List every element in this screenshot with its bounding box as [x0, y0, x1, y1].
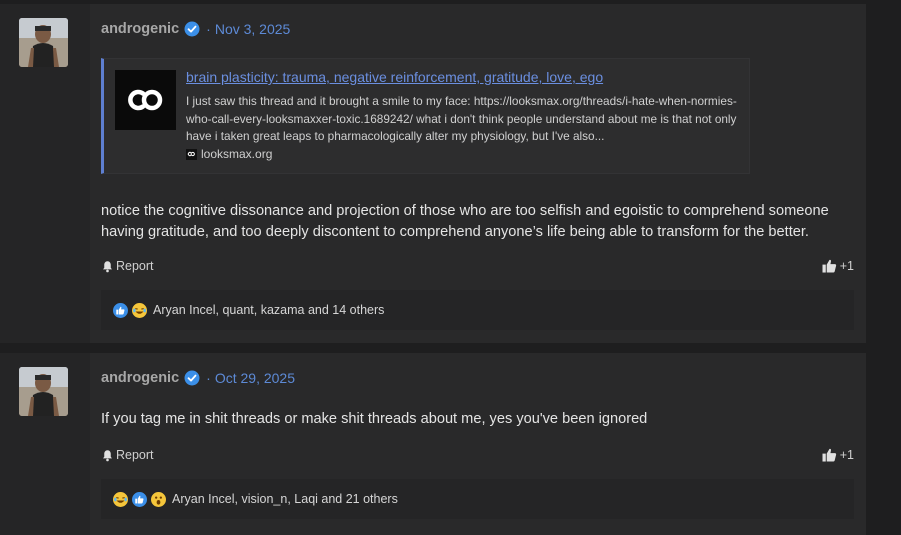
verified-badge-icon — [184, 21, 200, 37]
wow-emoji-icon — [151, 491, 166, 507]
embed-site-label: looksmax.org — [201, 147, 273, 161]
looksmax-logo-icon — [115, 70, 176, 130]
site-favicon-icon — [186, 148, 197, 160]
post-1: androgenic · Nov 3, 2025 brain plasticit… — [0, 4, 866, 343]
post-header: androgenic · Oct 29, 2025 — [101, 367, 295, 389]
react-button[interactable]: +1 — [822, 259, 854, 273]
bell-icon — [103, 260, 112, 272]
react-count: +1 — [839, 448, 854, 462]
avatar[interactable] — [19, 367, 68, 416]
embed-site: looksmax.org — [186, 147, 272, 161]
react-count: +1 — [839, 259, 854, 273]
reactions-users[interactable]: Aryan Incel, vision_n, Laqi and 21 other… — [172, 492, 398, 506]
report-label: Report — [116, 259, 154, 273]
separator-dot: · — [206, 370, 211, 386]
post-date[interactable]: Oct 29, 2025 — [215, 370, 295, 386]
report-button[interactable]: Report — [101, 448, 154, 462]
like-emoji-icon — [113, 302, 128, 318]
post-content: notice the cognitive dissonance and proj… — [101, 203, 829, 240]
post-header: androgenic · Nov 3, 2025 — [101, 18, 290, 40]
reactions-bar[interactable]: Aryan Incel, quant, kazama and 14 others — [101, 290, 854, 330]
link-embed[interactable]: brain plasticity: trauma, negative reinf… — [101, 58, 750, 174]
report-button[interactable]: Report — [101, 259, 154, 273]
post-body: androgenic · Nov 3, 2025 brain plasticit… — [90, 4, 866, 343]
verified-badge-icon — [184, 370, 200, 386]
post-date[interactable]: Nov 3, 2025 — [215, 21, 291, 37]
laugh-emoji-icon — [113, 491, 128, 507]
post-body: androgenic · Oct 29, 2025 If you tag me … — [90, 353, 866, 535]
username[interactable]: androgenic — [101, 370, 179, 386]
post-actions: Report +1 — [101, 448, 854, 466]
post-content: If you tag me in shit threads or make sh… — [101, 411, 648, 427]
avatar[interactable] — [19, 18, 68, 67]
username[interactable]: androgenic — [101, 21, 179, 37]
thumbs-up-icon — [822, 259, 836, 273]
laugh-emoji-icon — [132, 302, 147, 318]
separator-dot: · — [206, 21, 211, 37]
react-button[interactable]: +1 — [822, 448, 854, 462]
post-sidebar — [0, 353, 90, 535]
reactions-users[interactable]: Aryan Incel, quant, kazama and 14 others — [153, 303, 384, 317]
post-2: androgenic · Oct 29, 2025 If you tag me … — [0, 353, 866, 535]
report-label: Report — [116, 448, 154, 462]
embed-title-link[interactable]: brain plasticity: trauma, negative reinf… — [186, 69, 603, 85]
post-actions: Report +1 — [101, 259, 854, 277]
bell-icon — [103, 449, 112, 461]
post-separator — [0, 343, 866, 353]
thumbs-up-icon — [822, 448, 836, 462]
like-emoji-icon — [132, 491, 147, 507]
post-sidebar — [0, 4, 90, 343]
embed-description: I just saw this thread and it brought a … — [186, 94, 737, 143]
reactions-bar[interactable]: Aryan Incel, vision_n, Laqi and 21 other… — [101, 479, 854, 519]
